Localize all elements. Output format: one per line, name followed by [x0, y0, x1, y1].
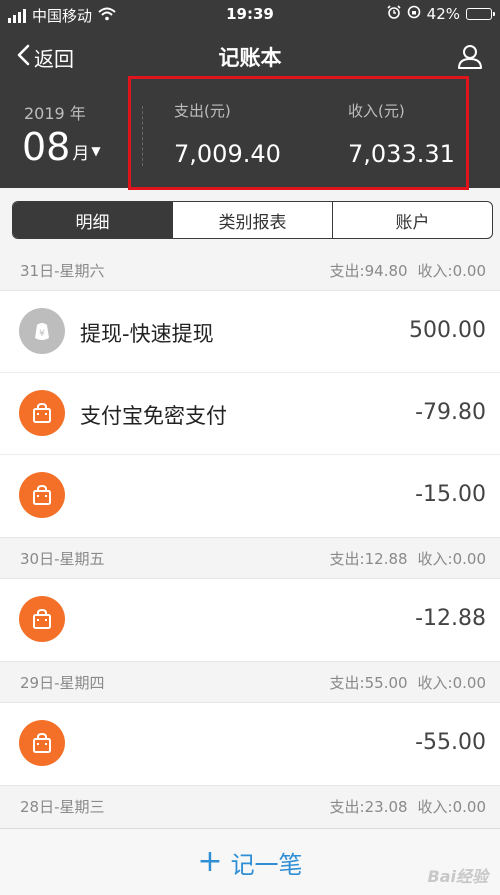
tab-detail[interactable]: 明细 — [13, 202, 172, 238]
day-expense: 支出:94.80 — [329, 261, 408, 280]
month-number: 08 — [22, 125, 71, 169]
day-expense: 支出:55.00 — [329, 673, 408, 692]
day-header: 29日-星期四 支出:55.00 收入:0.00 — [0, 662, 500, 702]
transaction-amount: -12.88 — [415, 606, 486, 631]
day-date: 29日-星期四 — [20, 673, 105, 692]
transaction-row[interactable]: ¥ 提现-快速提现 500.00 — [0, 291, 500, 373]
day-income: 收入:0.00 — [417, 797, 486, 816]
day-expense: 支出:12.88 — [329, 549, 408, 568]
svg-text:¥: ¥ — [39, 329, 45, 339]
plus-icon: + — [197, 844, 223, 879]
transaction-name: 提现-快速提现 — [80, 322, 214, 346]
shopping-bag-icon — [19, 390, 65, 436]
day-expense: 支出:23.08 — [329, 797, 408, 816]
withdraw-icon: ¥ — [19, 308, 65, 354]
transaction-row[interactable]: 支付宝免密支付 -79.80 — [0, 373, 500, 455]
transaction-row[interactable]: -15.00 — [0, 455, 500, 537]
add-record-label: 记一笔 — [230, 850, 303, 879]
alarm-icon — [387, 5, 401, 23]
add-record-button[interactable]: + 记一笔 — [197, 845, 302, 880]
year-label: 2019 年 — [24, 104, 86, 123]
shopping-bag-icon — [19, 472, 65, 518]
transaction-row[interactable]: -55.00 — [0, 703, 500, 785]
bottom-bar: + 记一笔 Bai经验 — [0, 828, 500, 895]
day-date: 30日-星期五 — [20, 549, 105, 568]
transaction-amount: 500.00 — [409, 318, 486, 343]
caret-down-icon: ▼ — [91, 144, 101, 158]
chevron-left-icon — [16, 44, 30, 71]
day-income: 收入:0.00 — [417, 261, 486, 280]
transaction-amount: -55.00 — [415, 730, 486, 755]
day-header: 31日-星期六 支出:94.80 收入:0.00 — [0, 250, 500, 290]
segmented-tabs: 明细 类别报表 账户 — [12, 201, 493, 239]
tab-account[interactable]: 账户 — [332, 202, 492, 238]
back-label: 返回 — [34, 47, 74, 71]
nav-bar: 返回 记账本 — [0, 30, 500, 84]
transaction-name: 支付宝免密支付 — [80, 404, 227, 428]
month-summary: 2019 年 08 月 ▼ 支出(元) 7,009.40 收入(元) 7,033… — [0, 84, 500, 188]
rotation-lock-icon — [407, 5, 421, 23]
shopping-bag-icon — [19, 720, 65, 766]
transaction-list: 31日-星期六 支出:94.80 收入:0.00 ¥ 提现-快速提现 500.00… — [0, 250, 500, 826]
battery-percent: 42% — [426, 5, 460, 23]
transaction-row[interactable]: -12.88 — [0, 579, 500, 661]
tab-category-report[interactable]: 类别报表 — [172, 202, 332, 238]
transaction-amount: -15.00 — [415, 482, 486, 507]
day-income: 收入:0.00 — [417, 673, 486, 692]
expense-total: 7,009.40 — [174, 140, 281, 168]
battery-icon — [466, 8, 495, 20]
day-income: 收入:0.00 — [417, 549, 486, 568]
income-total: 7,033.31 — [348, 140, 455, 168]
user-icon[interactable] — [456, 42, 484, 74]
watermark-logo: Bai经验 — [427, 867, 488, 886]
transaction-amount: -79.80 — [415, 400, 486, 425]
shopping-bag-icon — [19, 596, 65, 642]
day-group: -55.00 — [0, 702, 500, 786]
income-label: 收入(元) — [348, 102, 405, 120]
status-bar: 中国移动 19:39 42% — [0, 0, 500, 30]
day-header: 30日-星期五 支出:12.88 收入:0.00 — [0, 538, 500, 578]
divider — [142, 106, 143, 166]
month-unit: 月 — [72, 144, 90, 164]
day-group: ¥ 提现-快速提现 500.00 支付宝免密支付 -79.80 -15.00 — [0, 290, 500, 538]
month-selector[interactable]: 08 月 ▼ — [22, 128, 101, 166]
expense-label: 支出(元) — [174, 102, 231, 120]
page-title: 记账本 — [218, 46, 282, 70]
back-button[interactable]: 返回 — [16, 43, 74, 72]
day-date: 31日-星期六 — [20, 261, 105, 280]
day-date: 28日-星期三 — [20, 797, 105, 816]
day-group: -12.88 — [0, 578, 500, 662]
status-right: 42% — [387, 5, 495, 23]
day-header: 28日-星期三 支出:23.08 收入:0.00 — [0, 786, 500, 826]
